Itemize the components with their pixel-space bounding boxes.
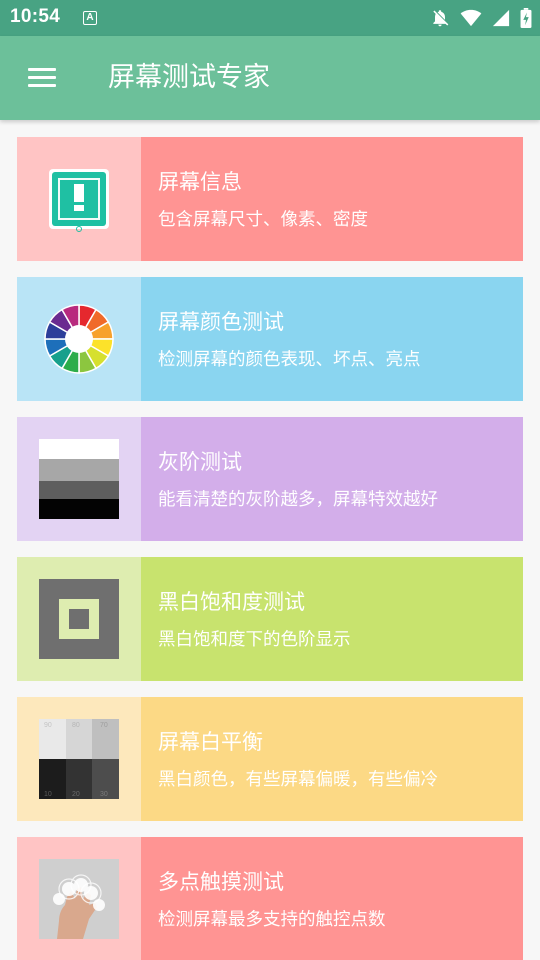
white-balance-icon: 90 80 70 10 20 30: [39, 719, 119, 799]
app-title: 屏幕测试专家: [108, 62, 270, 93]
menu-icon[interactable]: [28, 68, 56, 88]
card-body: 多点触摸测试 检测屏幕最多支持的触控点数: [141, 837, 523, 960]
card-thumb: [17, 277, 141, 401]
card-screen-info[interactable]: 屏幕信息 包含屏幕尺寸、像素、密度: [17, 137, 523, 261]
saturation-icon: [39, 579, 119, 659]
swatch-label: 90: [44, 722, 52, 729]
card-description: 检测屏幕最多支持的触控点数: [158, 910, 386, 930]
multitouch-hand-icon: [39, 859, 119, 939]
battery-charging-icon: [520, 8, 532, 28]
swatch-label: 80: [72, 722, 80, 729]
card-thumb: [17, 417, 141, 541]
signal-icon: [492, 9, 510, 27]
swatch-label: 10: [44, 791, 52, 798]
app-bar: 屏幕测试专家: [0, 36, 540, 120]
card-thumb: 90 80 70 10 20 30: [17, 697, 141, 821]
notifications-off-icon: [433, 10, 449, 27]
card-title: 屏幕颜色测试: [158, 310, 284, 334]
grayscale-icon: [39, 439, 119, 519]
card-thumb: [17, 557, 141, 681]
card-saturation-test[interactable]: 黑白饱和度测试 黑白饱和度下的色阶显示: [17, 557, 523, 681]
card-description: 检测屏幕的颜色表现、坏点、亮点: [158, 350, 421, 370]
swatch-label: 20: [72, 791, 80, 798]
card-thumb: [17, 137, 141, 261]
card-title: 灰阶测试: [158, 450, 242, 474]
card-thumb: [17, 837, 141, 960]
notification-a-icon: A: [83, 11, 97, 25]
card-multitouch-test[interactable]: 多点触摸测试 检测屏幕最多支持的触控点数: [17, 837, 523, 960]
card-description: 包含屏幕尺寸、像素、密度: [158, 210, 368, 230]
card-title: 屏幕信息: [158, 170, 242, 194]
card-grayscale-test[interactable]: 灰阶测试 能看清楚的灰阶越多，屏幕特效越好: [17, 417, 523, 541]
card-description: 能看清楚的灰阶越多，屏幕特效越好: [158, 490, 438, 510]
card-title: 多点触摸测试: [158, 870, 284, 894]
card-body: 黑白饱和度测试 黑白饱和度下的色阶显示: [141, 557, 523, 681]
screen-info-icon: [49, 169, 109, 232]
card-white-balance[interactable]: 90 80 70 10 20 30 屏幕白平衡 黑白颜色，有些屏幕偏暖，有些偏冷: [17, 697, 523, 821]
card-color-test[interactable]: 屏幕颜色测试 检测屏幕的颜色表现、坏点、亮点: [17, 277, 523, 401]
swatch-label: 30: [100, 791, 108, 798]
card-body: 屏幕颜色测试 检测屏幕的颜色表现、坏点、亮点: [141, 277, 523, 401]
card-body: 灰阶测试 能看清楚的灰阶越多，屏幕特效越好: [141, 417, 523, 541]
wifi-icon: [460, 9, 482, 27]
card-title: 屏幕白平衡: [158, 730, 263, 754]
card-body: 屏幕信息 包含屏幕尺寸、像素、密度: [141, 137, 523, 261]
card-title: 黑白饱和度测试: [158, 590, 305, 614]
swatch-label: 70: [100, 722, 108, 729]
card-description: 黑白饱和度下的色阶显示: [158, 630, 351, 650]
card-description: 黑白颜色，有些屏幕偏暖，有些偏冷: [158, 770, 438, 790]
card-body: 屏幕白平衡 黑白颜色，有些屏幕偏暖，有些偏冷: [141, 697, 523, 821]
color-wheel-icon: [44, 304, 114, 374]
status-bar: 10:54 A: [0, 0, 540, 36]
status-time: 10:54: [10, 6, 61, 27]
status-icons: [430, 7, 532, 29]
